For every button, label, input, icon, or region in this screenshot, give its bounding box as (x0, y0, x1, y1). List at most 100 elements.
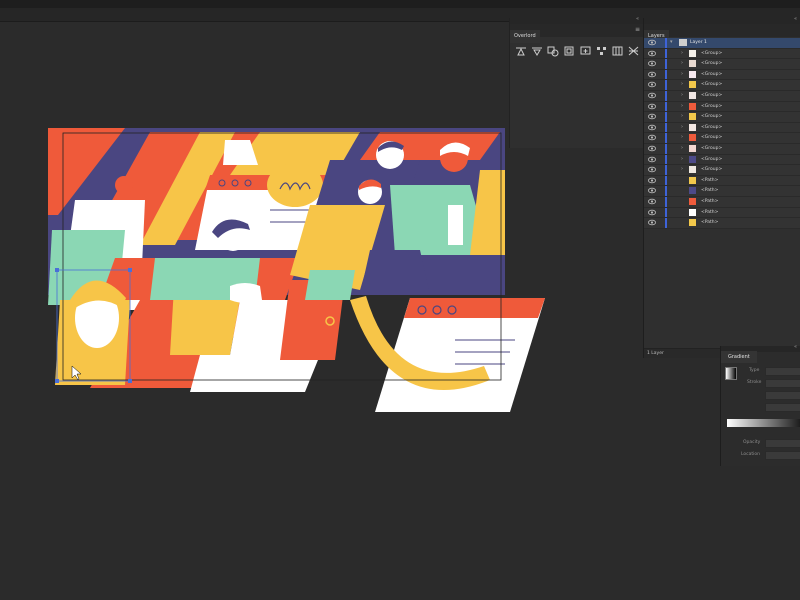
visibility-eye-icon[interactable] (648, 219, 656, 226)
visibility-eye-icon[interactable] (648, 187, 656, 194)
layer-thumbnail (689, 208, 696, 216)
mint-hat (305, 270, 355, 300)
layer-row[interactable]: › <Group> (644, 90, 800, 102)
visibility-eye-icon[interactable] (648, 177, 656, 184)
layer-name: <Group> (701, 82, 723, 88)
layer-color-bar (665, 38, 667, 48)
layer-row[interactable]: › <Group> (644, 112, 800, 123)
layers-list[interactable]: ▾ Layer 1 › <Group> › <Group> › <Group> › <Group>… (644, 38, 800, 229)
visibility-eye-icon[interactable] (648, 124, 656, 131)
grid-icon[interactable] (610, 44, 624, 58)
visibility-eye-icon[interactable] (648, 113, 656, 120)
expand-chevron-icon[interactable]: ▾ (670, 39, 673, 46)
layer-thumbnail (689, 49, 696, 57)
layer-row[interactable]: › <Group> (644, 48, 800, 60)
layer-row[interactable]: <Path> (644, 196, 800, 208)
expand-chevron-icon[interactable]: › (681, 124, 683, 131)
layer-stack-icon[interactable] (562, 44, 576, 58)
visibility-eye-icon[interactable] (648, 81, 656, 88)
visibility-eye-icon[interactable] (648, 50, 656, 57)
layer-row[interactable]: › <Group> (644, 143, 800, 155)
layer-thumbnail (689, 60, 696, 68)
expand-chevron-icon[interactable]: › (681, 50, 683, 57)
layer-name: <Group> (701, 135, 723, 141)
expand-chevron-icon[interactable]: › (681, 113, 683, 120)
app-menu-bar (0, 0, 800, 8)
layer-color-bar (665, 196, 667, 207)
gradient-type-select[interactable] (765, 367, 800, 376)
layer-name: <Group> (701, 103, 723, 109)
layer-row[interactable]: › <Group> (644, 59, 800, 70)
layer-row[interactable]: › <Group> (644, 122, 800, 134)
visibility-eye-icon[interactable] (648, 71, 656, 78)
layer-row[interactable]: › <Group> (644, 133, 800, 144)
layer-name: <Group> (701, 156, 723, 162)
layers-collapse-icon[interactable]: « (794, 16, 797, 22)
visibility-eye-icon[interactable] (648, 198, 656, 205)
expand-chevron-icon[interactable]: › (681, 81, 683, 88)
layer-row-top[interactable]: ▾ Layer 1 (644, 38, 800, 49)
expand-chevron-icon[interactable]: › (681, 92, 683, 99)
layer-thumbnail (689, 81, 696, 89)
layer-name: <Path> (701, 177, 719, 183)
layer-row[interactable]: <Path> (644, 175, 800, 187)
layer-name: <Group> (701, 167, 723, 173)
gradient-aspect-field[interactable] (765, 403, 800, 412)
expand-chevron-icon[interactable]: › (681, 71, 683, 78)
visibility-eye-icon[interactable] (648, 156, 656, 163)
expand-chevron-icon[interactable]: › (681, 166, 683, 173)
visibility-eye-icon[interactable] (648, 92, 656, 99)
layer-thumbnail (689, 123, 696, 131)
settings-gear-icon[interactable] (546, 44, 560, 58)
nodes-icon[interactable] (594, 44, 608, 58)
layer-row[interactable]: › <Group> (644, 69, 800, 81)
panel-menu-icon[interactable]: ≡ (635, 25, 640, 34)
visibility-eye-icon[interactable] (648, 209, 656, 216)
gradient-location-field[interactable] (765, 451, 800, 460)
layer-thumbnail (689, 113, 696, 121)
visibility-eye-icon[interactable] (648, 39, 656, 46)
layer-color-bar (665, 175, 667, 186)
artboard-icon[interactable] (578, 44, 592, 58)
gradient-tab[interactable]: Gradient (721, 351, 757, 363)
gradient-swatch[interactable] (725, 367, 737, 380)
gradient-angle-field[interactable] (765, 391, 800, 400)
layer-row[interactable]: <Path> (644, 218, 800, 229)
layer-color-bar (665, 90, 667, 101)
visibility-eye-icon[interactable] (648, 166, 656, 173)
layer-thumbnail (689, 144, 696, 152)
layer-name: <Group> (701, 61, 723, 67)
x-cross-icon[interactable] (626, 44, 640, 58)
expand-chevron-icon[interactable]: › (681, 103, 683, 110)
layer-name: <Path> (701, 188, 719, 194)
layer-row[interactable]: › <Group> (644, 80, 800, 91)
gradient-opacity-label: Opacity (743, 440, 761, 445)
speech-bubble (267, 163, 323, 207)
expand-chevron-icon[interactable]: › (681, 145, 683, 152)
layer-name: <Path> (701, 220, 719, 226)
visibility-eye-icon[interactable] (648, 60, 656, 67)
overlord-tab[interactable]: Overlord (510, 30, 540, 43)
layer-row[interactable]: <Path> (644, 186, 800, 197)
visibility-eye-icon[interactable] (648, 145, 656, 152)
layer-row[interactable]: › <Group> (644, 154, 800, 166)
layer-row[interactable]: › <Group> (644, 101, 800, 113)
expand-chevron-icon[interactable]: › (681, 134, 683, 141)
gradient-stroke-field[interactable] (765, 379, 800, 388)
expand-chevron-icon[interactable]: › (681, 156, 683, 163)
visibility-eye-icon[interactable] (648, 134, 656, 141)
panel-collapse-icon[interactable]: « (636, 16, 639, 22)
align-top-icon[interactable] (514, 44, 528, 58)
layer-thumbnail (689, 70, 696, 78)
visibility-eye-icon[interactable] (648, 103, 656, 110)
expand-chevron-icon[interactable]: › (681, 60, 683, 67)
layer-color-bar (665, 133, 667, 143)
gradient-opacity-field[interactable] (765, 439, 800, 448)
gradient-slider[interactable] (727, 419, 800, 427)
gradient-type-label: Type (749, 368, 760, 373)
layer-name: <Path> (701, 209, 719, 215)
layer-row[interactable]: <Path> (644, 207, 800, 219)
gradient-collapse-icon[interactable]: « (794, 344, 797, 350)
align-bottom-icon[interactable] (530, 44, 544, 58)
layer-row[interactable]: › <Group> (644, 165, 800, 176)
